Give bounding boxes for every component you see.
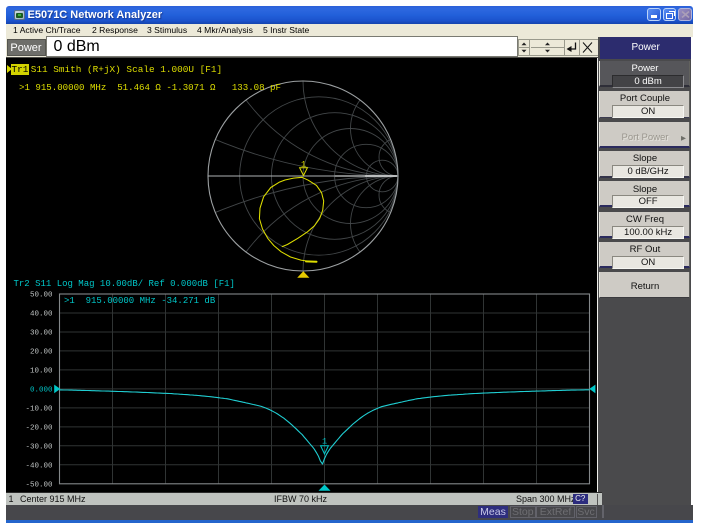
svg-text:30.00: 30.00 xyxy=(30,329,53,337)
svg-text:40.00: 40.00 xyxy=(30,310,53,318)
svg-text:0.000: 0.000 xyxy=(30,386,53,394)
svg-text:-10.00: -10.00 xyxy=(25,405,53,413)
svg-text:-40.00: -40.00 xyxy=(25,462,53,470)
svg-text:1: 1 xyxy=(322,436,327,446)
svg-text:50.00: 50.00 xyxy=(30,291,53,299)
svg-text:-50.00: -50.00 xyxy=(25,481,53,489)
svg-text:20.00: 20.00 xyxy=(30,348,53,356)
svg-text:-30.00: -30.00 xyxy=(25,443,53,451)
svg-text:-20.00: -20.00 xyxy=(25,424,53,432)
svg-text:10.00: 10.00 xyxy=(30,367,53,375)
svg-text:1: 1 xyxy=(301,159,306,169)
